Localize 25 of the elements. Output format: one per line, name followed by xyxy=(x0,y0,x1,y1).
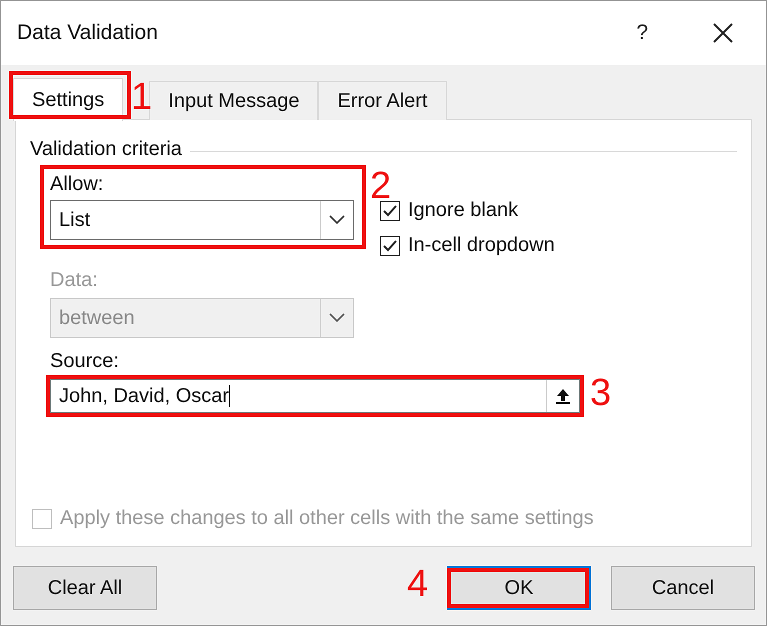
tab[interactable]: Settings xyxy=(13,78,124,121)
data-label: Data: xyxy=(50,269,99,292)
source-field[interactable]: John, David, Oscar xyxy=(50,379,580,413)
tab[interactable]: Error Alert xyxy=(318,81,446,120)
annotation-number: 2 xyxy=(370,167,392,205)
dialog-button[interactable]: Clear All xyxy=(13,566,157,610)
dialog-button[interactable]: Cancel xyxy=(611,566,755,610)
checkbox[interactable] xyxy=(380,236,400,256)
checkbox-label: Ignore blank xyxy=(408,199,518,222)
checkbox-label: Apply these changes to all other cells with the same settings xyxy=(60,507,594,530)
allow-dropdown[interactable]: List xyxy=(50,200,354,240)
upload-arrow-icon xyxy=(555,387,571,405)
chevron-down-icon xyxy=(329,215,345,225)
annotation-number: 4 xyxy=(407,565,428,603)
chevron-down-icon xyxy=(329,313,345,323)
checkbox-label: In-cell dropdown xyxy=(408,234,555,257)
group-heading: Validation criteria xyxy=(30,138,182,161)
tab[interactable]: Input Message xyxy=(149,81,318,120)
annotation-number: 3 xyxy=(590,374,612,412)
source-label: Source: xyxy=(50,350,120,373)
close-icon[interactable] xyxy=(712,22,734,44)
checkbox[interactable] xyxy=(380,200,400,220)
window-title: Data Validation xyxy=(17,21,159,45)
help-button[interactable]: ? xyxy=(636,21,648,45)
allow-label: Allow: xyxy=(50,173,104,196)
